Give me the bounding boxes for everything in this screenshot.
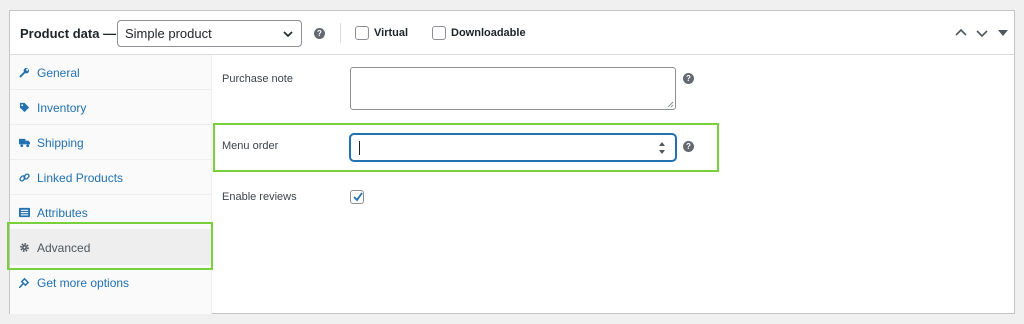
panel-title: Product data —: [20, 26, 117, 41]
help-icon[interactable]: ?: [314, 28, 325, 39]
enable-reviews-checkbox[interactable]: [350, 190, 364, 204]
truck-icon: [19, 138, 30, 148]
downloadable-checkbox[interactable]: [432, 26, 446, 40]
product-type-select[interactable]: Simple product: [117, 20, 302, 47]
list-icon: [19, 207, 30, 218]
purchase-note-label: Purchase note: [222, 73, 293, 85]
menu-order-highlight: [213, 123, 719, 172]
checkmark-icon: [353, 192, 363, 202]
plugin-icon: [19, 277, 30, 288]
tab-general[interactable]: General: [10, 55, 212, 90]
tab-label: General: [37, 66, 80, 80]
panel-header: Product data — Simple product ? Virtual …: [10, 11, 1014, 55]
tab-label: Inventory: [37, 101, 87, 115]
tag-icon: [19, 102, 30, 113]
chevron-down-icon: [283, 31, 293, 38]
enable-reviews-label: Enable reviews: [222, 191, 297, 203]
tab-label: Linked Products: [37, 171, 124, 185]
tab-label: Attributes: [37, 206, 88, 220]
virtual-label: Virtual: [374, 27, 409, 39]
tab-label: Shipping: [37, 136, 84, 150]
tab-shipping[interactable]: Shipping: [10, 125, 212, 160]
tab-get-more-options[interactable]: Get more options: [10, 265, 212, 300]
product-data-tabs: General Inventory Shipping Linked Produc…: [10, 55, 212, 314]
purchase-note-textarea[interactable]: [350, 67, 676, 110]
move-up-icon[interactable]: [954, 26, 968, 40]
header-divider: [340, 23, 341, 43]
resize-grip-icon: [667, 101, 674, 108]
downloadable-label: Downloadable: [451, 27, 526, 39]
advanced-tab-highlight: [7, 222, 213, 270]
tab-inventory[interactable]: Inventory: [10, 90, 212, 125]
tab-label: Get more options: [37, 276, 130, 290]
move-down-icon[interactable]: [975, 26, 989, 40]
virtual-checkbox[interactable]: [355, 26, 369, 40]
purchase-note-help-icon[interactable]: ?: [683, 73, 694, 84]
tab-linked-products[interactable]: Linked Products: [10, 160, 212, 195]
link-icon: [19, 173, 30, 182]
wrench-icon: [19, 67, 30, 78]
toggle-panel-icon[interactable]: [998, 28, 1008, 38]
product-type-value: Simple product: [125, 26, 212, 41]
